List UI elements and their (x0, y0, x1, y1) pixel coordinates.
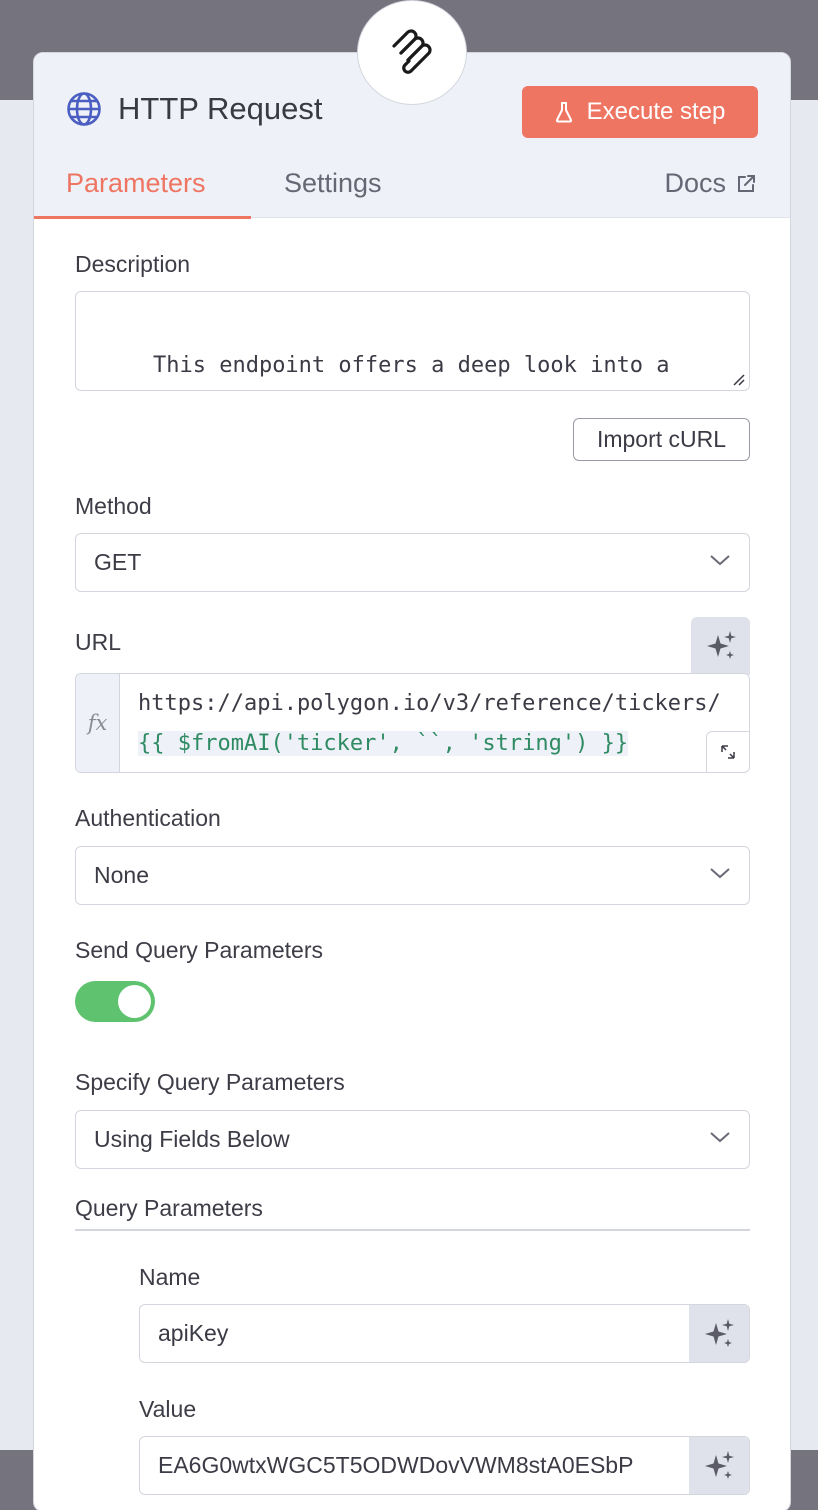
node-title-row: HTTP Request (66, 89, 322, 129)
sparkle-icon (705, 1318, 734, 1347)
chevron-down-icon (710, 868, 730, 879)
chevron-down-icon (710, 555, 730, 566)
authentication-value: None (94, 862, 149, 888)
url-text: https://api.polygon.io/v3/reference/tick… (138, 684, 738, 764)
execute-step-label: Execute step (586, 98, 726, 125)
query-parameters-title: Query Parameters (75, 1195, 263, 1221)
description-textarea[interactable]: This endpoint offers a deep look into a … (75, 291, 750, 391)
specify-query-value: Using Fields Below (94, 1126, 290, 1152)
execute-step-button[interactable]: Execute step (522, 86, 758, 138)
url-ai-sparkle-button[interactable] (691, 617, 750, 675)
globe-icon (67, 92, 101, 126)
resize-grip-icon[interactable] (731, 372, 745, 386)
external-link-icon (738, 174, 755, 192)
param-name-input[interactable] (140, 1305, 690, 1362)
method-value: GET (94, 549, 142, 575)
send-query-label: Send Query Parameters (75, 937, 324, 963)
node-title[interactable]: HTTP Request (118, 91, 322, 127)
param-value-label: Value (139, 1396, 197, 1422)
url-expression: {{ $fromAI('ticker', ``, 'string') }} (138, 731, 629, 756)
authentication-select[interactable]: None (75, 846, 750, 905)
expand-icon (721, 745, 735, 759)
param-name-field (139, 1304, 750, 1363)
description-label: Description (75, 251, 191, 277)
sparkle-icon (705, 1450, 734, 1479)
url-prefix: https://api.polygon.io/v3/reference/tick… (138, 691, 721, 716)
section-divider (75, 1229, 750, 1231)
panel-tabs: Parameters Settings Docs (34, 158, 790, 219)
method-label: Method (75, 493, 152, 519)
tab-settings[interactable]: Settings (284, 168, 382, 199)
node-logo-icon (392, 28, 432, 74)
send-query-toggle[interactable] (75, 981, 155, 1022)
param-name-ai-button[interactable] (689, 1305, 749, 1362)
sparkle-icon (706, 631, 736, 659)
import-curl-button[interactable]: Import cURL (573, 418, 750, 461)
authentication-label: Authentication (75, 805, 221, 831)
toggle-knob (118, 985, 151, 1018)
url-expression-field[interactable]: fx https://api.polygon.io/v3/reference/t… (75, 673, 750, 773)
fx-expression-indicator: fx (76, 674, 120, 772)
expand-editor-button[interactable] (706, 731, 749, 772)
tab-docs[interactable]: Docs (664, 168, 756, 199)
param-name-label: Name (139, 1264, 201, 1290)
url-label: URL (75, 629, 122, 655)
param-value-input[interactable] (140, 1437, 690, 1494)
node-logo-badge (357, 0, 467, 105)
param-value-field (139, 1436, 750, 1495)
tab-docs-label: Docs (664, 168, 726, 198)
method-select[interactable]: GET (75, 533, 750, 592)
specify-query-select[interactable]: Using Fields Below (75, 1110, 750, 1169)
flask-icon (555, 102, 572, 123)
active-tab-indicator (34, 216, 251, 219)
specify-query-label: Specify Query Parameters (75, 1069, 345, 1095)
tab-parameters[interactable]: Parameters (66, 168, 206, 199)
param-value-ai-button[interactable] (689, 1437, 749, 1494)
description-text: This endpoint offers a deep look into a … (100, 353, 723, 390)
chevron-down-icon (710, 1132, 730, 1143)
node-details-panel: HTTP Request Execute step Parameters Set… (33, 52, 791, 1510)
